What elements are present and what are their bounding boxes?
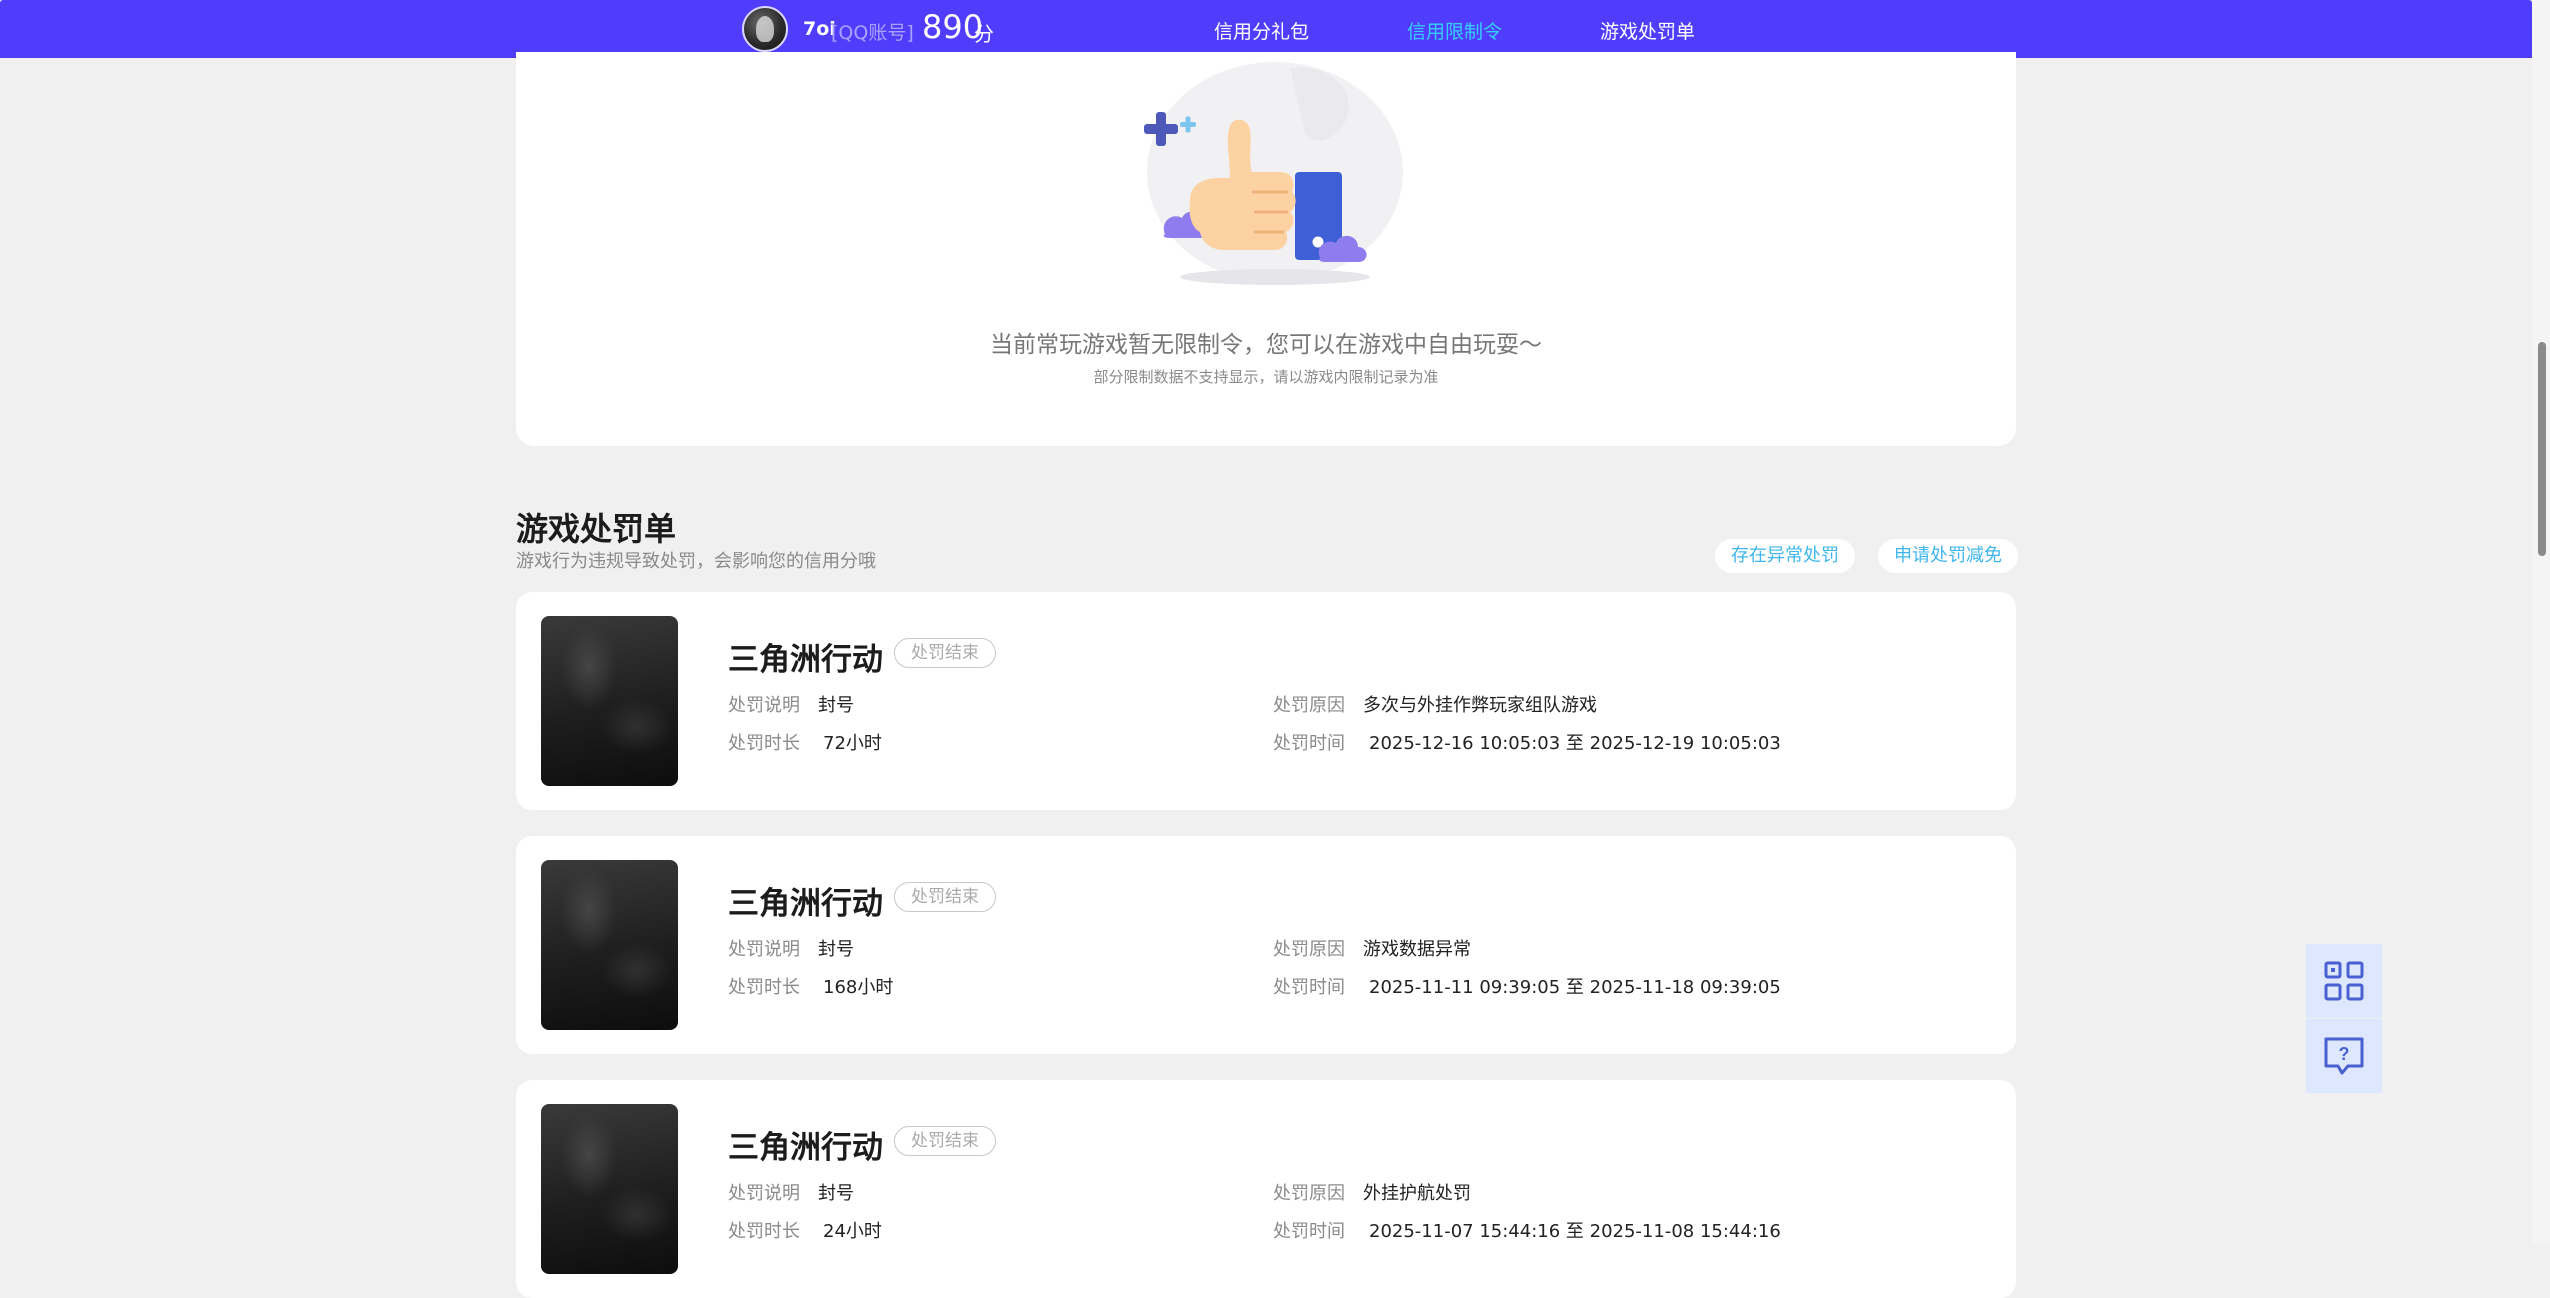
scrollbar-track[interactable] (2532, 0, 2550, 1243)
game-name: 三角洲行动 (728, 1130, 883, 1166)
reason-value: 游戏数据异常 (1363, 939, 1471, 960)
time-label: 处罚时间 (1273, 1221, 1345, 1242)
description-label: 处罚说明 (728, 695, 800, 716)
time-label: 处罚时间 (1273, 977, 1345, 998)
time-value: 2025-11-11 09:39:05 至 2025-11-18 09:39:0… (1369, 977, 1781, 998)
duration-value: 72小时 (823, 733, 882, 754)
credit-score-unit: 分 (974, 22, 994, 46)
report-abnormal-penalty-button[interactable]: 存在异常处罚 (1715, 539, 1855, 573)
game-cover-image (541, 616, 678, 786)
description-label: 处罚说明 (728, 939, 800, 960)
top-nav-bar: 7oi [QQ账号] 890 分 信用分礼包 信用限制令 游戏处罚单 (0, 0, 2532, 58)
reason-value: 多次与外挂作弊玩家组队游戏 (1363, 695, 1597, 716)
account-type-label: [QQ账号] (831, 22, 914, 44)
qr-code-icon (2324, 961, 2364, 1001)
penalty-card[interactable]: 三角洲行动 处罚结束 处罚说明 封号 处罚时长 72小时 处罚原因 多次与外挂作… (516, 592, 2016, 810)
empty-state-note: 部分限制数据不支持显示，请以游戏内限制记录为准 (1093, 368, 1439, 386)
tab-credit-restriction[interactable]: 信用限制令 (1407, 17, 1503, 57)
duration-value: 168小时 (823, 977, 894, 998)
user-avatar[interactable] (742, 6, 788, 52)
apply-penalty-reduction-button[interactable]: 申请处罚减免 (1878, 539, 2018, 573)
reason-label: 处罚原因 (1273, 695, 1345, 716)
game-name: 三角洲行动 (728, 642, 883, 678)
penalty-card[interactable]: 三角洲行动 处罚结束 处罚说明 封号 处罚时长 168小时 处罚原因 游戏数据异… (516, 836, 2016, 1054)
status-badge: 处罚结束 (894, 1126, 996, 1156)
duration-label: 处罚时长 (728, 733, 800, 754)
tab-game-penalty[interactable]: 游戏处罚单 (1600, 17, 1695, 44)
description-value: 封号 (818, 1183, 854, 1204)
duration-label: 处罚时长 (728, 977, 800, 998)
time-label: 处罚时间 (1273, 733, 1345, 754)
thumbs-up-illustration (1144, 62, 1403, 285)
section-subtitle: 游戏行为违规导致处罚，会影响您的信用分哦 (516, 551, 876, 572)
penalty-card[interactable]: 三角洲行动 处罚结束 处罚说明 封号 处罚时长 24小时 处罚原因 外挂护航处罚… (516, 1080, 2016, 1298)
description-label: 处罚说明 (728, 1183, 800, 1204)
help-feedback-button[interactable]: ? (2306, 1019, 2382, 1093)
qr-code-button[interactable] (2306, 944, 2382, 1018)
time-value: 2025-11-07 15:44:16 至 2025-11-08 15:44:1… (1369, 1221, 1781, 1242)
description-value: 封号 (818, 695, 854, 716)
reason-value: 外挂护航处罚 (1363, 1183, 1471, 1204)
svg-text:?: ? (2339, 1044, 2350, 1064)
duration-label: 处罚时长 (728, 1221, 800, 1242)
help-feedback-icon: ? (2324, 1037, 2364, 1075)
game-cover-image (541, 860, 678, 1030)
game-cover-image (541, 1104, 678, 1274)
section-title: 游戏处罚单 (516, 510, 677, 548)
empty-state-message: 当前常玩游戏暂无限制令，您可以在游戏中自由玩耍～ (990, 332, 1542, 358)
tab-credit-gift[interactable]: 信用分礼包 (1214, 17, 1309, 44)
duration-value: 24小时 (823, 1221, 882, 1242)
description-value: 封号 (818, 939, 854, 960)
reason-label: 处罚原因 (1273, 939, 1345, 960)
status-badge: 处罚结束 (894, 638, 996, 668)
status-badge: 处罚结束 (894, 882, 996, 912)
game-name: 三角洲行动 (728, 886, 883, 922)
time-value: 2025-12-16 10:05:03 至 2025-12-19 10:05:0… (1369, 733, 1781, 754)
scrollbar-thumb[interactable] (2538, 342, 2546, 556)
reason-label: 处罚原因 (1273, 1183, 1345, 1204)
